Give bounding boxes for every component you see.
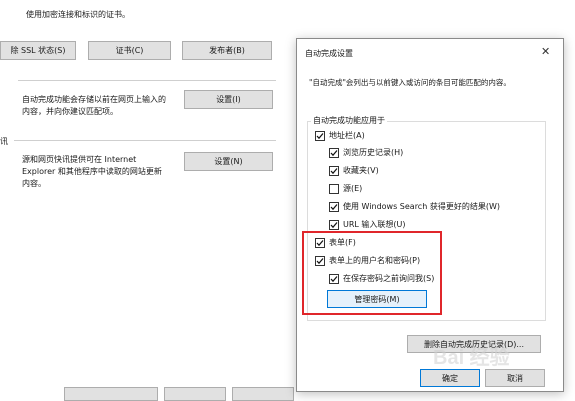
check-icon	[329, 147, 339, 158]
checkbox-ask-before-saving[interactable]: 在保存密码之前询问我(S)	[329, 273, 434, 284]
bottom-button-2[interactable]	[164, 387, 226, 401]
checkbox-label: 浏览历史记录(H)	[343, 148, 404, 157]
feeds-description-line1: 源和网页快讯提供可在 Internet	[22, 155, 137, 164]
check-icon	[315, 237, 325, 248]
check-icon	[329, 273, 339, 284]
feeds-description-line2: Explorer 和其他程序中读取的网站更新	[22, 167, 162, 176]
feeds-separator	[14, 140, 276, 141]
autocomplete-settings-dialog: 自动完成设置 ✕ "自动完成"会列出与以前键入或访问的条目可能匹配的内容。 自动…	[296, 38, 564, 392]
clear-ssl-state-button[interactable]: 除 SSL 状态(S)	[0, 41, 76, 60]
check-icon	[315, 130, 325, 141]
dialog-title: 自动完成设置	[305, 49, 353, 58]
cancel-button[interactable]: 取消	[485, 369, 545, 387]
bottom-button-3[interactable]	[232, 387, 294, 401]
groupbox-label: 自动完成功能应用于	[311, 115, 387, 126]
dialog-intro-text: "自动完成"会列出与以前键入或访问的条目可能匹配的内容。	[309, 78, 511, 87]
check-icon	[329, 201, 339, 212]
checkbox-form-usernames-passwords[interactable]: 表单上的用户名和密码(P)	[315, 255, 420, 266]
certificates-description: 使用加密连接和标识的证书。	[26, 10, 130, 19]
check-icon	[315, 255, 325, 266]
checkbox-favorites[interactable]: 收藏夹(V)	[329, 165, 379, 176]
autocomplete-settings-button[interactable]: 设置(I)	[184, 90, 273, 109]
publishers-button[interactable]: 发布者(B)	[182, 41, 272, 60]
checkbox-label: 在保存密码之前询问我(S)	[343, 274, 435, 283]
feeds-description-line3: 内容。	[22, 179, 46, 188]
ok-button[interactable]: 确定	[420, 369, 480, 387]
checkbox-label: 表单(F)	[329, 238, 356, 247]
unchecked-box-icon	[329, 183, 339, 194]
check-icon	[329, 219, 339, 230]
checkbox-label: URL 输入联想(U)	[343, 220, 406, 229]
checkbox-forms[interactable]: 表单(F)	[315, 237, 356, 248]
autocomplete-description-line1: 自动完成功能会存储以前在网页上输入的	[22, 95, 166, 104]
checkbox-label: 表单上的用户名和密码(P)	[329, 256, 421, 265]
checkbox-label: 使用 Windows Search 获得更好的结果(W)	[343, 202, 500, 211]
checkbox-label: 地址栏(A)	[329, 131, 365, 140]
checkbox-feeds[interactable]: 源(E)	[329, 183, 362, 194]
checkbox-url-suggestions[interactable]: URL 输入联想(U)	[329, 219, 406, 230]
watermark: Bai 经验	[433, 347, 510, 369]
manage-passwords-button[interactable]: 管理密码(M)	[327, 290, 427, 308]
check-icon	[329, 165, 339, 176]
feeds-settings-button[interactable]: 设置(N)	[184, 152, 273, 171]
checkbox-windows-search[interactable]: 使用 Windows Search 获得更好的结果(W)	[329, 201, 500, 212]
autocomplete-separator	[18, 80, 276, 81]
feeds-group-label: 讯	[0, 137, 8, 146]
certificates-button[interactable]: 证书(C)	[88, 41, 171, 60]
close-icon[interactable]: ✕	[541, 45, 550, 58]
checkbox-label: 源(E)	[343, 184, 363, 193]
checkbox-browsing-history[interactable]: 浏览历史记录(H)	[329, 147, 403, 158]
bottom-button-1[interactable]	[64, 387, 158, 401]
checkbox-address-bar[interactable]: 地址栏(A)	[315, 130, 365, 141]
autocomplete-description-line2: 内容，并向你建议匹配项。	[22, 107, 118, 116]
checkbox-label: 收藏夹(V)	[343, 166, 379, 175]
